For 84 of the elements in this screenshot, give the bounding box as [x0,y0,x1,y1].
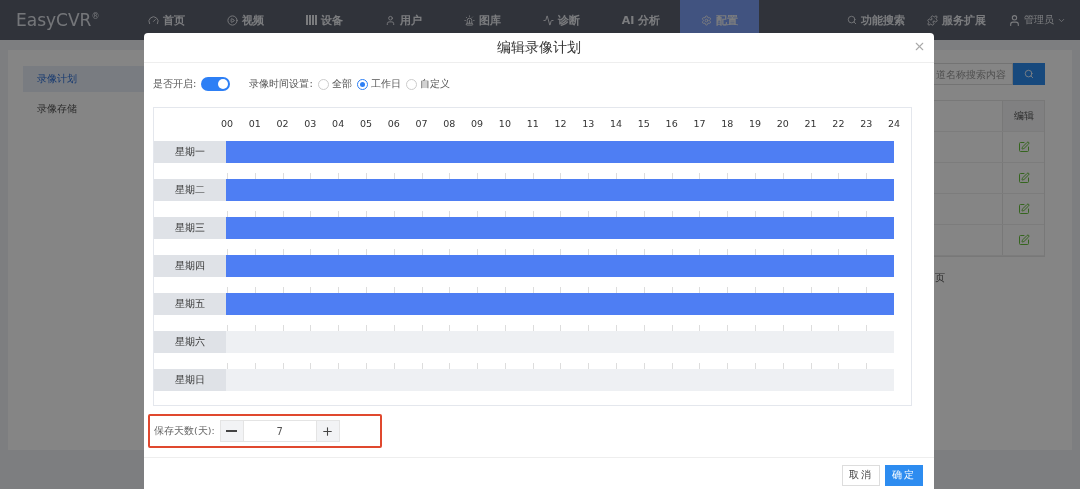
day-label: 星期二 [154,179,226,201]
nav-tab[interactable]: 设备 [285,0,365,40]
user-menu[interactable]: 管理员 [1008,13,1066,27]
hour-label: 09 [471,118,484,129]
hour-label: 17 [693,118,706,129]
column-header: 编辑 [1002,101,1044,131]
edit-icon[interactable] [1017,141,1030,153]
hour-label: 02 [276,118,289,129]
days-input[interactable]: 7 [243,420,316,442]
confirm-button[interactable]: 确定 [885,465,923,486]
hour-label: 22 [832,118,845,129]
radio-option[interactable]: 全部 [317,77,352,91]
hour-label: 24 [887,118,901,129]
day-label: 星期三 [154,217,226,239]
time-setting-label: 录像时间设置: [249,77,313,91]
edit-icon[interactable] [1017,172,1030,184]
user-icon [1008,13,1021,27]
hour-label: 21 [804,118,817,129]
day-label: 星期日 [154,369,226,391]
nav-tab[interactable]: 诊断 [522,0,602,40]
cancel-button[interactable]: 取消 [842,465,880,486]
pulse-icon [543,14,555,26]
decrement-button[interactable] [219,420,244,442]
hour-label: 14 [610,118,623,129]
close-button[interactable] [913,40,926,53]
nav-tab[interactable]: 视频 [206,0,286,40]
schedule-bar[interactable] [226,293,894,315]
day-label: 星期一 [154,141,226,163]
search-button[interactable] [1013,63,1045,85]
hour-label: 08 [443,118,456,129]
edit-icon[interactable] [1017,203,1030,215]
gear-icon [701,14,713,26]
nav-tab[interactable]: 首页 [127,0,207,40]
hour-label: 12 [554,118,567,129]
hour-label: 11 [526,118,539,129]
hour-label: 18 [721,118,734,129]
user-icon [385,14,397,26]
alarm-light-icon [464,14,476,26]
radio-option[interactable]: 工作日 [356,77,401,91]
schedule-bar[interactable] [226,141,894,163]
bars-icon [306,15,318,25]
search-icon [847,15,857,25]
plus-icon [321,424,335,438]
enable-switch[interactable] [201,77,231,91]
edit-icon[interactable] [1017,234,1030,246]
pager-text: 页 [935,271,945,285]
schedule-bar[interactable] [226,369,894,391]
nav-tab[interactable]: 用户 [364,0,444,40]
hour-label: 15 [637,118,650,129]
hour-label: 10 [498,118,511,129]
hour-label: 04 [332,118,345,129]
hour-label: 13 [582,118,595,129]
schedule-bar[interactable] [226,331,894,353]
search-icon [1024,69,1034,79]
minus-icon [226,430,238,432]
hour-label: 23 [860,118,873,129]
hour-label: 16 [665,118,678,129]
hour-label: 00 [220,118,234,129]
day-label: 星期五 [154,293,226,315]
hour-label: 19 [749,118,762,129]
day-label: 星期六 [154,331,226,353]
radio-option[interactable]: 自定义 [405,77,450,91]
puzzle-icon [927,14,938,26]
close-icon [913,40,926,53]
day-label: 星期四 [154,255,226,277]
increment-button[interactable] [315,420,340,442]
hour-label: 05 [359,118,372,129]
gauge-icon [148,14,160,26]
schedule-bar[interactable] [226,255,894,277]
hour-label: 03 [304,118,317,129]
dialog-title: 编辑录像计划 [497,38,581,57]
nav-tab[interactable]: 图库 [443,0,523,40]
hour-label: 07 [415,118,428,129]
hour-label: 06 [387,118,400,129]
play-icon [227,14,239,26]
feature-search-link[interactable]: 功能搜索 [847,12,905,28]
enable-label: 是否开启: [153,77,197,91]
hour-label: 01 [248,118,261,129]
schedule-bar[interactable] [226,217,894,239]
logo: EasyCVR$^{®}$ [16,10,100,30]
schedule-bar[interactable] [226,179,894,201]
retention-label: 保存天数(天): [154,424,215,438]
hour-label: 20 [776,118,789,129]
extensions-link[interactable]: 服务扩展 [927,12,986,28]
